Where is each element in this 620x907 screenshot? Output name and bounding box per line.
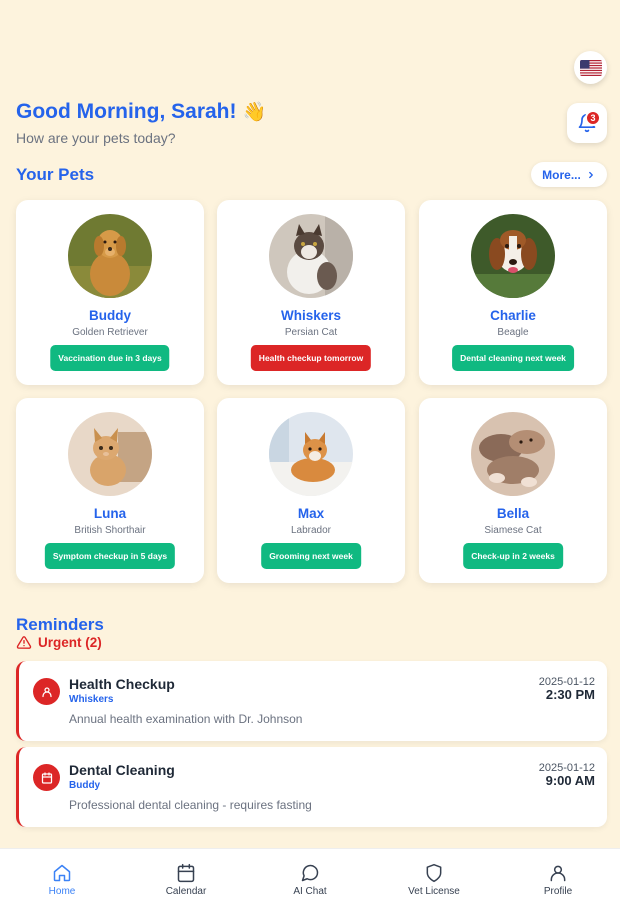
pet-card-bella[interactable]: Bella Siamese Cat Check-up in 2 weeks xyxy=(419,398,607,583)
pet-name: Whiskers xyxy=(280,308,342,323)
pet-breed: British Shorthair xyxy=(74,525,146,536)
urgent-label: Urgent (2) xyxy=(38,635,102,650)
nav-item-calendar[interactable]: Calendar xyxy=(124,849,248,907)
reminder-icon xyxy=(33,764,60,791)
pet-name: Buddy xyxy=(89,308,131,323)
nav-item-vet-license[interactable]: Vet License xyxy=(372,849,496,907)
user-icon xyxy=(41,686,52,697)
reminder-time: 9:00 AM xyxy=(545,773,595,788)
greeting-subtitle: How are your pets today? xyxy=(16,130,176,146)
shield-icon xyxy=(426,863,442,883)
pet-name: Bella xyxy=(496,506,530,521)
pet-status-badge: Dental cleaning next week xyxy=(452,345,574,371)
chevron-right-icon xyxy=(588,171,593,178)
more-label: More... xyxy=(542,167,581,182)
pet-status-badge: Symptom checkup in 5 days xyxy=(44,543,176,569)
pet-status-badge: Check-up in 2 weeks xyxy=(463,543,563,569)
pet-breed: Siamese Cat xyxy=(484,525,542,536)
pet-name: Luna xyxy=(93,506,127,521)
chat-bubble-icon xyxy=(301,864,319,882)
pet-breed: Beagle xyxy=(497,327,529,338)
more-pets-button[interactable]: More... xyxy=(531,162,607,187)
notification-count-badge: 3 xyxy=(585,110,601,126)
reminder-description: Professional dental cleaning - requires … xyxy=(69,798,312,812)
pet-photo xyxy=(471,214,555,298)
language-flag-button[interactable] xyxy=(574,51,607,84)
pet-photo xyxy=(68,412,152,496)
reminder-title: Health Checkup xyxy=(69,676,175,692)
notifications-button[interactable]: 3 xyxy=(567,103,607,143)
nav-item-home[interactable]: Home xyxy=(0,849,124,907)
reminder-time: 2:30 PM xyxy=(545,687,595,702)
nav-label: AI Chat xyxy=(293,886,327,897)
calendar-icon xyxy=(41,771,52,784)
pet-photo xyxy=(471,412,555,496)
reminder-icon xyxy=(33,678,60,705)
nav-label: Profile xyxy=(543,886,573,897)
nav-label: Vet License xyxy=(408,886,460,897)
pet-status-badge: Vaccination due in 3 days xyxy=(50,345,170,371)
user-icon xyxy=(550,865,566,882)
bottom-navigation: Home Calendar AI Chat Vet License Profil… xyxy=(0,848,620,907)
nav-item-profile[interactable]: Profile xyxy=(496,849,620,907)
pet-card-charlie[interactable]: Charlie Beagle Dental cleaning next week xyxy=(419,200,607,385)
pet-photo xyxy=(269,412,353,496)
pet-card-buddy[interactable]: Buddy Golden Retriever Vaccination due i… xyxy=(16,200,204,385)
pet-breed: Golden Retriever xyxy=(72,327,148,338)
warning-icon xyxy=(16,636,32,649)
reminder-description: Annual health examination with Dr. Johns… xyxy=(69,712,303,726)
nav-item-ai-chat[interactable]: AI Chat xyxy=(248,849,372,907)
pet-name: Max xyxy=(297,506,325,521)
nav-label: Calendar xyxy=(165,886,207,897)
pet-breed: Persian Cat xyxy=(284,327,338,338)
pet-status-badge: Grooming next week xyxy=(261,543,361,569)
pet-card-max[interactable]: Max Labrador Grooming next week xyxy=(217,398,405,583)
reminder-pet-name: Whiskers xyxy=(69,694,114,705)
pets-section-title: Your Pets xyxy=(16,165,95,184)
nav-label: Home xyxy=(48,886,76,897)
pet-card-whiskers[interactable]: Whiskers Persian Cat Health checkup tomo… xyxy=(217,200,405,385)
reminders-section-title: Reminders xyxy=(16,615,104,634)
reminder-card-dental-cleaning[interactable]: Dental Cleaning Buddy Professional denta… xyxy=(16,747,607,827)
calendar-icon xyxy=(177,863,195,883)
reminder-pet-name: Buddy xyxy=(69,780,101,791)
urgent-reminders-header: Urgent (2) xyxy=(16,635,102,650)
pet-photo xyxy=(269,214,353,298)
greeting-title: Good Morning, Sarah! 👋 xyxy=(16,100,266,124)
reminder-card-health-checkup[interactable]: Health Checkup Whiskers Annual health ex… xyxy=(16,661,607,741)
us-flag-icon xyxy=(579,59,602,76)
reminder-title: Dental Cleaning xyxy=(69,762,175,778)
pet-status-badge: Health checkup tomorrow xyxy=(250,345,372,371)
greeting-text: Good Morning, Sarah! xyxy=(16,100,237,123)
pet-photo xyxy=(68,214,152,298)
pet-card-luna[interactable]: Luna British Shorthair Symptom checkup i… xyxy=(16,398,204,583)
home-icon xyxy=(53,864,71,882)
waving-hand-emoji: 👋 xyxy=(242,102,267,123)
pet-name: Charlie xyxy=(490,308,536,323)
pet-breed: Labrador xyxy=(290,525,332,536)
